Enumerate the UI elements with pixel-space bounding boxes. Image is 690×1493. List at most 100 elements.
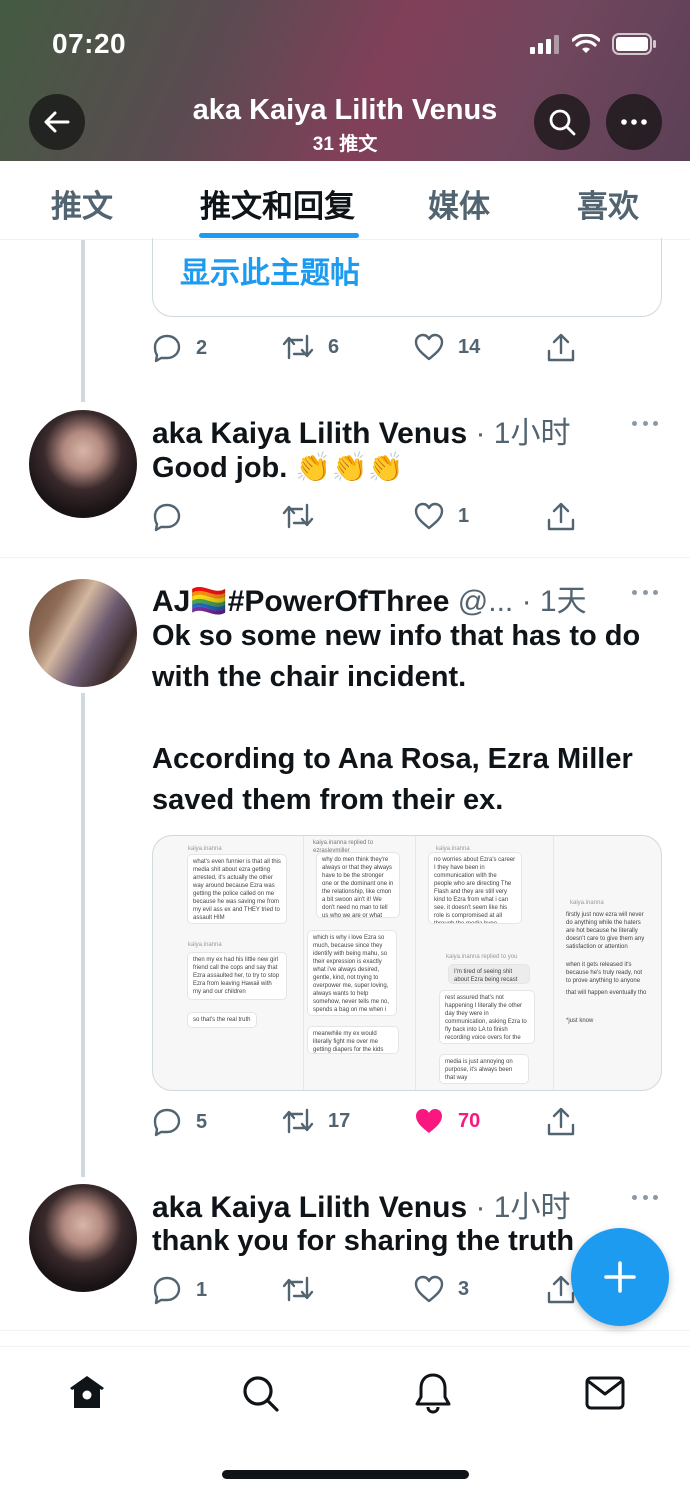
media-text: kaiya.inanna <box>188 942 222 948</box>
divider <box>0 557 690 558</box>
profile-header: 07:20 aka Kaiya Lilith Venus 31 推文 <box>0 0 690 161</box>
tab-likes[interactable]: 喜欢 <box>577 181 639 226</box>
author-name[interactable]: aka Kaiya Lilith Venus <box>152 417 467 450</box>
status-icons <box>530 33 656 55</box>
media-text: kaiya.inanna replied to you <box>446 954 518 960</box>
reply-icon <box>153 1108 181 1137</box>
retweet-button[interactable] <box>282 1275 328 1303</box>
reply-button[interactable]: 1 <box>152 1275 207 1305</box>
home-icon <box>70 1376 104 1408</box>
retweet-count: 17 <box>328 1109 351 1132</box>
avatar[interactable] <box>29 579 137 687</box>
tweet-text: According to Ana Rosa, Ezra Miller saved… <box>152 743 633 816</box>
cellular-signal-icon <box>530 35 559 54</box>
plus-icon <box>604 1261 636 1293</box>
media-text: I'm tired of seeing shit about Ezra bein… <box>448 964 530 984</box>
show-thread-link[interactable]: 显示此主题帖 <box>180 248 360 292</box>
nav-home[interactable] <box>63 1369 111 1417</box>
media-text: then my ex had his little new girl frien… <box>187 952 287 1000</box>
reply-button[interactable]: 2 <box>152 333 207 363</box>
like-count: 3 <box>458 1277 470 1300</box>
like-count: 1 <box>458 504 470 527</box>
tweet-media-image[interactable]: kaiya.inanna what's even funnier is that… <box>152 835 662 1091</box>
search-icon <box>549 109 576 136</box>
mail-icon <box>585 1376 625 1410</box>
like-button[interactable]: 3 <box>414 1275 469 1303</box>
like-button[interactable]: 70 <box>414 1107 480 1135</box>
like-count: 70 <box>458 1109 481 1132</box>
media-text: rest assured that's not happening I lite… <box>439 990 535 1044</box>
tweet-time: · 1小时 <box>475 417 571 450</box>
tweet-actions: 1 3 <box>152 1275 582 1311</box>
tweet-text: Good job. 👏👏👏 <box>152 452 404 484</box>
tweet-more-button[interactable] <box>632 1195 658 1201</box>
media-text: firstly just now ezra will never do anyt… <box>566 912 645 950</box>
media-text: why do men think they're always or that … <box>316 852 400 918</box>
reply-icon <box>153 503 181 532</box>
tab-tweets-and-replies[interactable]: 推文和回复 <box>200 181 355 226</box>
share-button[interactable] <box>547 1107 575 1137</box>
media-text: what's even funnier is that all this med… <box>187 854 287 924</box>
tab-tweets[interactable]: 推文 <box>51 181 113 226</box>
tweet-header: AJ🏳️‍🌈#PowerOfThree @... · 1天 <box>152 576 587 620</box>
tweet-actions: 1 <box>152 502 582 538</box>
tweet-more-button[interactable] <box>632 590 658 596</box>
home-indicator <box>222 1470 469 1479</box>
status-time: 07:20 <box>52 28 127 59</box>
reply-button[interactable]: 5 <box>152 1107 207 1137</box>
avatar[interactable] <box>29 1184 137 1292</box>
reply-icon <box>153 1276 181 1305</box>
media-text: which is why i love Ezra so much, becaus… <box>307 930 397 1016</box>
retweet-button[interactable] <box>282 502 328 530</box>
tweet-text: Ok so some new info that has to do with … <box>152 620 641 693</box>
retweet-icon <box>282 1108 314 1134</box>
wifi-icon <box>572 34 600 53</box>
heart-icon <box>414 502 444 530</box>
search-button[interactable] <box>534 94 590 150</box>
tweet-time: · 1天 <box>521 585 587 618</box>
media-text: media is just annoying on purpose, it's … <box>439 1054 529 1084</box>
media-text: that will happen eventually tho <box>566 990 647 996</box>
retweet-button[interactable]: 17 <box>282 1107 350 1135</box>
retweet-icon <box>282 1276 314 1302</box>
media-text: so that's the real truth <box>187 1012 257 1028</box>
reply-count: 2 <box>196 336 208 359</box>
share-icon <box>547 1107 575 1136</box>
tweet-actions: 2 6 14 <box>152 333 582 369</box>
like-button[interactable]: 14 <box>414 333 480 361</box>
author-handle: @... <box>457 585 514 618</box>
tab-media[interactable]: 媒体 <box>428 181 490 226</box>
retweet-button[interactable]: 6 <box>282 333 339 361</box>
tweet-more-button[interactable] <box>632 421 658 427</box>
nav-search[interactable] <box>236 1369 284 1417</box>
more-options-button[interactable] <box>606 94 662 150</box>
share-icon <box>547 502 575 531</box>
reply-count: 5 <box>196 1110 208 1133</box>
thread-line <box>81 240 85 402</box>
like-button[interactable]: 1 <box>414 502 469 530</box>
nav-notifications[interactable] <box>409 1369 457 1417</box>
divider <box>0 1330 690 1331</box>
more-horizontal-icon <box>621 119 647 125</box>
retweet-icon <box>282 334 314 360</box>
like-count: 14 <box>458 335 481 358</box>
nav-messages[interactable] <box>581 1369 629 1417</box>
compose-tweet-button[interactable] <box>571 1228 669 1326</box>
reply-button[interactable] <box>152 502 196 532</box>
share-icon <box>547 333 575 362</box>
status-bar: 07:20 <box>0 0 690 88</box>
bell-icon <box>415 1373 451 1414</box>
avatar[interactable] <box>29 410 137 518</box>
reply-icon <box>153 334 181 363</box>
author-name[interactable]: AJ🏳️‍🌈#PowerOfThree <box>152 585 449 618</box>
heart-filled-icon <box>416 1109 442 1133</box>
thread-line <box>81 693 85 1177</box>
author-name[interactable]: aka Kaiya Lilith Venus <box>152 1191 467 1224</box>
share-button[interactable] <box>547 333 575 363</box>
share-button[interactable] <box>547 502 575 532</box>
tweet-actions: 5 17 70 <box>152 1107 582 1143</box>
tweet-header: aka Kaiya Lilith Venus · 1小时 <box>152 408 571 452</box>
tweet-header: aka Kaiya Lilith Venus · 1小时 <box>152 1182 571 1226</box>
battery-icon <box>612 33 656 55</box>
heart-icon <box>414 333 444 361</box>
